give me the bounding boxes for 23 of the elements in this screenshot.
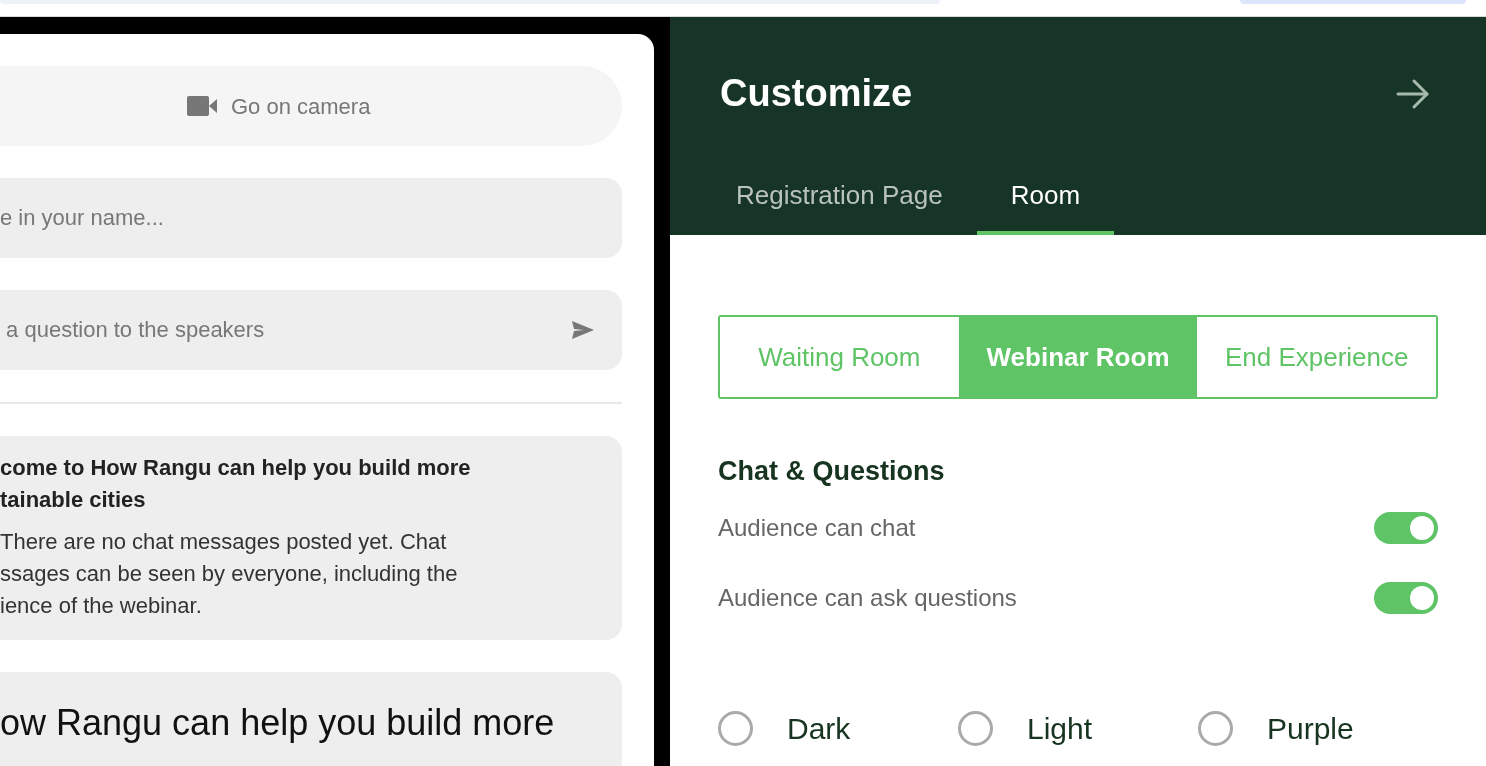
toggle-label: Audience can ask questions: [718, 582, 1017, 613]
toggle-label: Audience can chat: [718, 512, 916, 543]
segment-tab[interactable]: Webinar Room: [958, 317, 1198, 397]
event-title: ow Rangu can help you build more: [0, 701, 556, 745]
radio-button[interactable]: [718, 710, 753, 746]
radio-button[interactable]: [958, 710, 993, 746]
name-field[interactable]: e in your name...: [0, 178, 622, 258]
radio-label: Dark: [787, 710, 851, 747]
radio-label: Light: [1027, 710, 1093, 747]
tab[interactable]: Room: [976, 159, 1115, 235]
message-title: come to How Rangu can help you build more tainable cities: [0, 454, 472, 514]
section-title: Chat & Questions: [718, 455, 946, 488]
panel-title: Customize: [720, 71, 913, 116]
send-icon[interactable]: [572, 321, 594, 339]
radio-label: Purple: [1267, 710, 1354, 747]
camera-button[interactable]: Go on camera: [0, 66, 622, 146]
radio-button[interactable]: [1198, 710, 1233, 746]
question-field[interactable]: a question to the speakers: [0, 290, 622, 370]
message-text: There are no chat messages posted yet. Chat ssages can be seen by everyone, including the ience of the webinar.: [0, 528, 459, 620]
toggle-switch[interactable]: [1374, 581, 1438, 614]
tab[interactable]: Registration Page: [702, 159, 977, 235]
video-camera-icon: [187, 96, 217, 116]
toggle-switch[interactable]: [1374, 511, 1438, 544]
